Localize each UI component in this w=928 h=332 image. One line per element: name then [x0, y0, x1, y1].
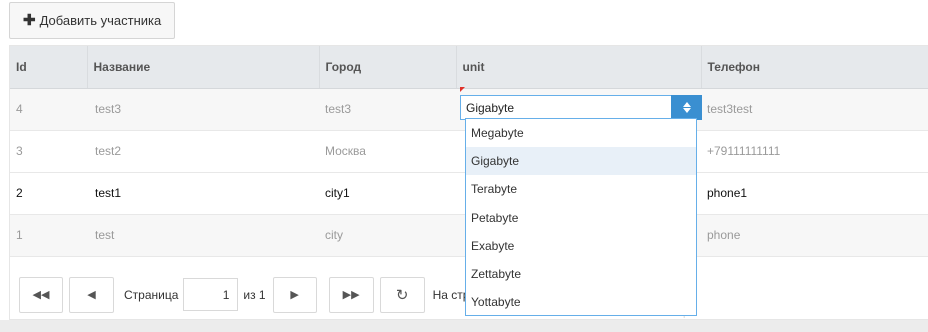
- cell-city[interactable]: city: [319, 214, 456, 257]
- unit-select-value: Gigabyte: [466, 100, 515, 115]
- prev-page-button[interactable]: ◀: [69, 276, 114, 313]
- column-header-unit[interactable]: unit: [456, 46, 702, 89]
- cell-city[interactable]: Москва: [319, 130, 456, 173]
- cell-name[interactable]: test3: [87, 88, 319, 131]
- modified-cell-marker: [460, 87, 465, 92]
- unit-option[interactable]: Exabyte: [466, 232, 696, 260]
- select-toggle-icon[interactable]: [671, 95, 702, 120]
- unit-option[interactable]: Megabyte: [466, 119, 696, 147]
- plus-icon: ✚: [23, 12, 36, 29]
- participants-grid: Id Название Город unit Телефон 4 test3 t…: [9, 45, 928, 320]
- cell-city[interactable]: test3: [319, 88, 456, 131]
- last-page-button[interactable]: ▶▶: [328, 276, 374, 313]
- page-count-label: из 1: [243, 287, 266, 302]
- first-page-icon: ◀◀: [32, 289, 50, 301]
- cell-name[interactable]: test2: [87, 130, 319, 173]
- cell-phone[interactable]: +79111111111: [701, 130, 928, 173]
- column-header-phone[interactable]: Телефон: [701, 46, 928, 89]
- add-participant-button[interactable]: ✚ Добавить участника: [9, 2, 176, 39]
- cell-phone[interactable]: phone: [701, 214, 928, 257]
- column-header-name[interactable]: Название: [87, 46, 320, 89]
- unit-option[interactable]: Zettabyte: [466, 260, 696, 288]
- refresh-button[interactable]: ↻: [379, 276, 425, 313]
- unit-option[interactable]: Terabyte: [466, 175, 696, 203]
- next-page-button[interactable]: ▶: [272, 276, 317, 313]
- toolbar: ✚ Добавить участника: [9, 2, 176, 39]
- footer-bar: [0, 320, 928, 332]
- cell-name[interactable]: test1: [87, 172, 319, 215]
- prev-page-icon: ◀: [87, 289, 96, 301]
- cell-id[interactable]: 2: [10, 172, 87, 215]
- cell-phone[interactable]: phone1: [701, 172, 928, 215]
- page-number-input[interactable]: [183, 278, 239, 311]
- last-page-icon: ▶▶: [342, 289, 360, 301]
- page-label: Страница: [124, 287, 179, 302]
- unit-select[interactable]: Gigabyte: [460, 95, 702, 120]
- unit-option[interactable]: Petabyte: [466, 204, 696, 232]
- add-participant-label: Добавить участника: [39, 13, 162, 28]
- cell-id[interactable]: 3: [10, 130, 87, 173]
- first-page-button[interactable]: ◀◀: [19, 276, 63, 313]
- cell-phone[interactable]: test3test: [701, 88, 928, 131]
- cell-id[interactable]: 4: [10, 88, 87, 131]
- next-page-icon: ▶: [290, 289, 299, 301]
- unit-option-selected[interactable]: Gigabyte: [466, 147, 696, 176]
- header-row: Id Название Город unit Телефон: [10, 46, 928, 89]
- unit-option[interactable]: Yottabyte: [466, 288, 696, 316]
- column-header-id[interactable]: Id: [10, 46, 88, 89]
- column-header-city[interactable]: Город: [319, 46, 457, 89]
- cell-city[interactable]: city1: [319, 172, 456, 215]
- cell-id[interactable]: 1: [10, 214, 87, 257]
- cell-name[interactable]: test: [87, 214, 319, 257]
- refresh-icon: ↻: [395, 286, 409, 304]
- unit-dropdown-list: Megabyte Gigabyte Terabyte Petabyte Exab…: [465, 118, 697, 316]
